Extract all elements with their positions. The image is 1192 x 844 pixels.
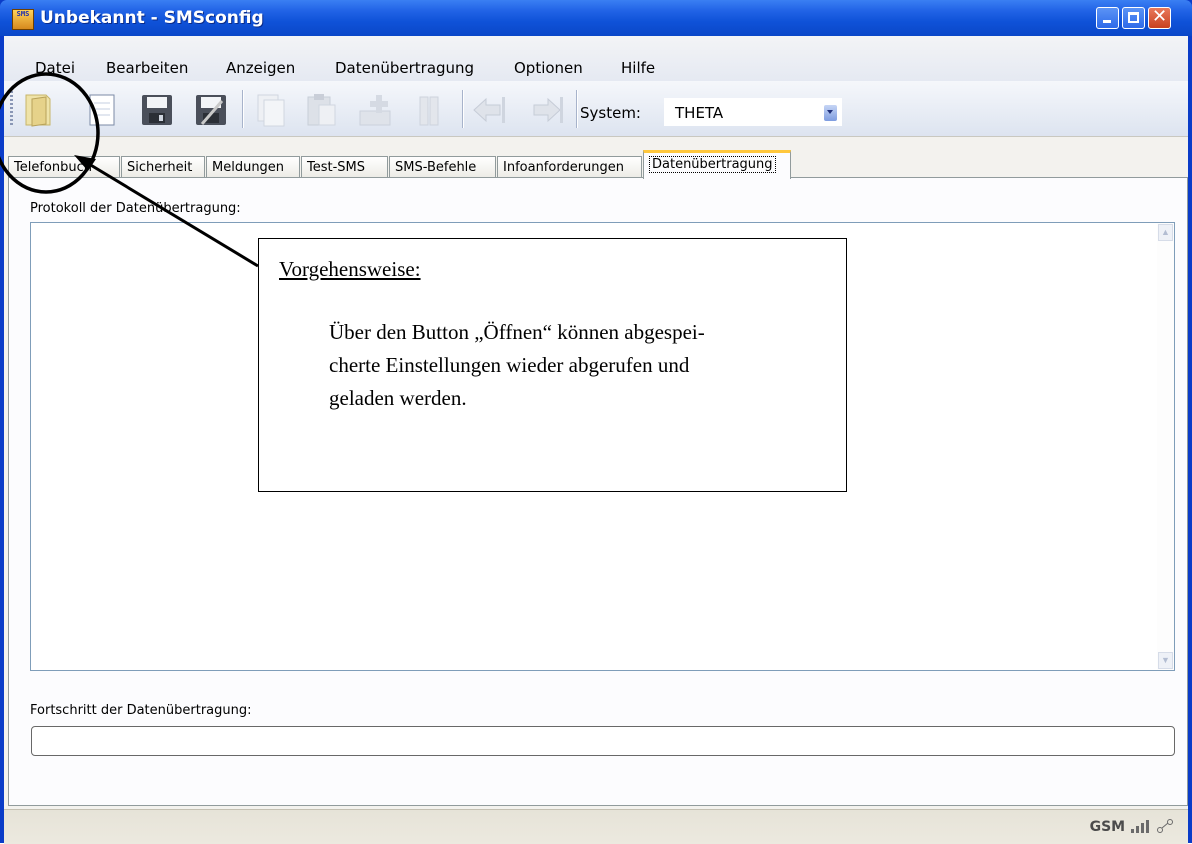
tab-label: Telefonbuch bbox=[14, 160, 92, 175]
minimize-button[interactable] bbox=[1096, 7, 1119, 29]
save-icon[interactable] bbox=[138, 91, 176, 129]
tab-sicherheit[interactable]: Sicherheit bbox=[121, 156, 205, 178]
status-bar: GSM bbox=[4, 809, 1188, 844]
toolbar-separator bbox=[242, 90, 244, 128]
tab-label: Datenübertragung bbox=[649, 156, 776, 173]
tab-test-sms[interactable]: Test-SMS bbox=[301, 156, 388, 178]
tab-infoanforderungen[interactable]: Infoanforderungen bbox=[497, 156, 642, 178]
app-icon[interactable]: SMS bbox=[12, 9, 34, 30]
tab-datenuebertragung[interactable]: Datenübertragung bbox=[643, 150, 791, 179]
paste-icon[interactable] bbox=[302, 91, 340, 129]
back-icon[interactable] bbox=[470, 91, 508, 129]
toolbar-grip[interactable] bbox=[10, 91, 13, 127]
callout-heading: Vorgehensweise: bbox=[279, 257, 421, 281]
scroll-up-icon[interactable]: ▲ bbox=[1158, 224, 1173, 241]
maximize-icon bbox=[1128, 12, 1139, 23]
menu-bar: Datei Bearbeiten Anzeigen Datenübertragu… bbox=[4, 36, 1188, 81]
callout-line: Über den Button „Öffnen“ können abgespei… bbox=[329, 320, 705, 344]
menu-hilfe[interactable]: Hilfe bbox=[621, 60, 655, 76]
chevron-down-icon[interactable] bbox=[824, 105, 837, 121]
signal-icon bbox=[1130, 820, 1149, 833]
copy-icon[interactable] bbox=[252, 91, 290, 129]
title-bar[interactable]: SMS Unbekannt - SMSconfig ✕ bbox=[0, 0, 1192, 36]
gsm-label: GSM bbox=[1089, 819, 1126, 835]
tab-sms-befehle[interactable]: SMS-Befehle bbox=[389, 156, 496, 178]
close-button[interactable]: ✕ bbox=[1148, 6, 1171, 29]
system-select-value: THETA bbox=[675, 104, 724, 122]
tab-label: Test-SMS bbox=[307, 160, 366, 175]
toolbar-separator bbox=[462, 90, 464, 128]
status-indicators: GSM bbox=[1090, 819, 1174, 835]
scroll-down-icon[interactable]: ▼ bbox=[1158, 652, 1173, 669]
maximize-button[interactable] bbox=[1122, 7, 1145, 29]
instruction-callout: Vorgehensweise: Über den Button „Öffnen“… bbox=[258, 238, 847, 492]
close-icon: ✕ bbox=[1151, 6, 1168, 27]
log-label: Protokoll der Datenübertragung: bbox=[30, 201, 241, 216]
toolbar-separator bbox=[576, 90, 578, 128]
tab-meldungen[interactable]: Meldungen bbox=[206, 156, 300, 178]
delete-icon[interactable] bbox=[410, 91, 448, 129]
progress-bar bbox=[31, 726, 1175, 756]
tab-label: Infoanforderungen bbox=[503, 160, 625, 175]
minimize-icon bbox=[1103, 20, 1111, 23]
system-label: System: bbox=[580, 104, 641, 122]
open-icon[interactable] bbox=[18, 91, 56, 129]
callout-line: geladen werden. bbox=[329, 386, 467, 410]
new-icon[interactable] bbox=[82, 91, 120, 129]
tab-label: Sicherheit bbox=[127, 160, 193, 175]
forward-icon[interactable] bbox=[526, 91, 564, 129]
connection-icon bbox=[1157, 819, 1173, 833]
menu-anzeigen[interactable]: Anzeigen bbox=[226, 60, 295, 76]
callout-body: Über den Button „Öffnen“ können abgespei… bbox=[329, 316, 819, 415]
menu-datei[interactable]: Datei bbox=[35, 60, 75, 76]
app-icon-label: SMS bbox=[16, 10, 30, 18]
tab-strip: Telefonbuch Sicherheit Meldungen Test-SM… bbox=[4, 150, 1188, 180]
menu-datenuebertragung[interactable]: Datenübertragung bbox=[335, 60, 474, 76]
save-as-icon[interactable] bbox=[192, 91, 230, 129]
tab-label: Meldungen bbox=[212, 160, 285, 175]
menu-bearbeiten[interactable]: Bearbeiten bbox=[106, 60, 188, 76]
log-scrollbar[interactable]: ▲ ▼ bbox=[1157, 223, 1174, 670]
callout-line: cherte Einstellungen wieder abgerufen un… bbox=[329, 353, 690, 377]
add-icon[interactable] bbox=[356, 91, 394, 129]
tab-telefonbuch[interactable]: Telefonbuch bbox=[8, 156, 120, 178]
system-select[interactable]: THETA bbox=[664, 98, 842, 126]
progress-label: Fortschritt der Datenübertragung: bbox=[30, 703, 252, 718]
window-title: Unbekannt - SMSconfig bbox=[40, 8, 264, 28]
menu-optionen[interactable]: Optionen bbox=[514, 60, 583, 76]
tab-label: SMS-Befehle bbox=[395, 160, 477, 175]
